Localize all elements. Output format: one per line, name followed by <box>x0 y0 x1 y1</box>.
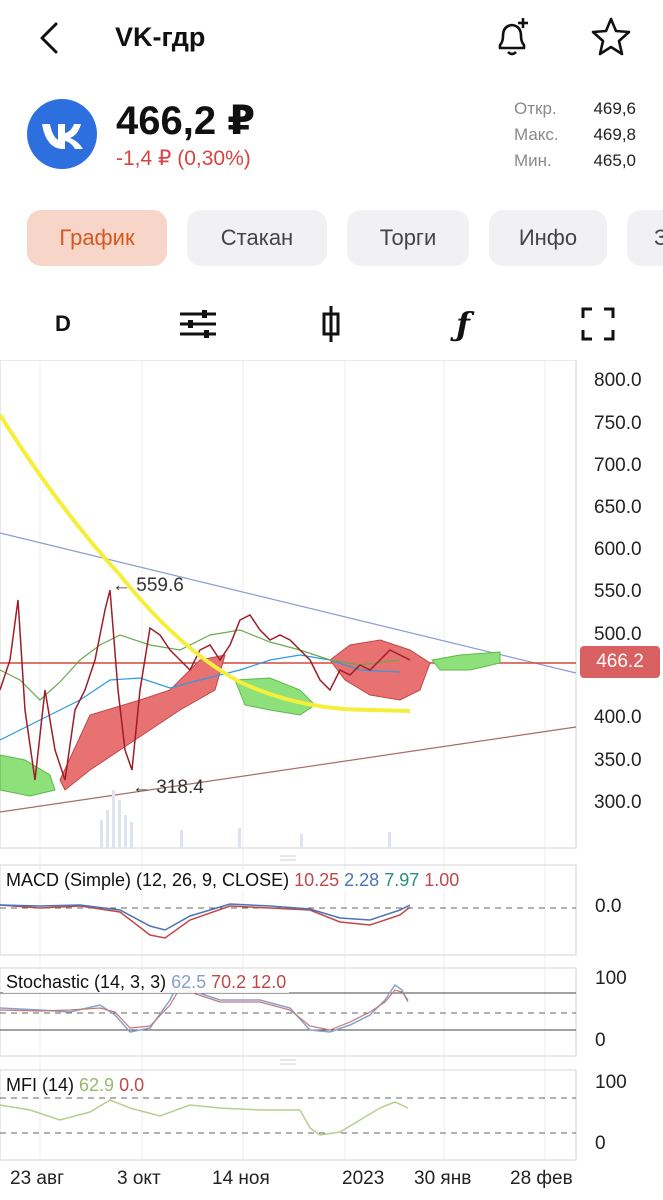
y-tick: 300.0 <box>594 792 642 813</box>
mfi-bottom-label: 0 <box>595 1133 606 1154</box>
y-tick: 350.0 <box>594 750 642 771</box>
vk-logo <box>27 99 97 169</box>
stochastic-legend: Stochastic (14, 3, 3) 62.5 70.2 12.0 <box>3 972 290 993</box>
y-tick: 500.0 <box>594 624 642 645</box>
y-tick: 400.0 <box>594 707 642 728</box>
sliders-icon <box>180 310 216 338</box>
tab-chart[interactable]: График <box>27 210 167 266</box>
x-tick: 14 ноя <box>212 1168 270 1189</box>
macd-zero-label: 0.0 <box>595 896 622 917</box>
vk-logo-icon <box>42 124 83 149</box>
fullscreen-button[interactable] <box>570 296 626 352</box>
x-tick: 23 авг <box>10 1168 65 1189</box>
y-tick: 700.0 <box>594 455 642 476</box>
favorite-star-icon[interactable] <box>588 14 634 60</box>
chart-canvas <box>0 360 577 1161</box>
tab-bar: График Стакан Торги Инфо З <box>0 210 663 266</box>
tab-info[interactable]: Инфо <box>489 210 607 266</box>
mfi-top-label: 100 <box>595 1072 627 1093</box>
y-tick: 550.0 <box>594 581 642 602</box>
chart-type-button[interactable] <box>303 296 359 352</box>
price-chart[interactable]: 800.0 750.0 700.0 650.0 600.0 550.0 500.… <box>0 360 663 1200</box>
current-price-tag: 466.2 <box>580 646 660 678</box>
header: VK-гдр <box>0 0 663 80</box>
macd-legend: MACD (Simple) (12, 26, 9, CLOSE) 10.25 2… <box>3 870 463 891</box>
stat-low: Мин. 465,0 <box>514 151 636 170</box>
interval-button[interactable]: D <box>35 296 91 352</box>
stat-high: Макс. 469,8 <box>514 125 636 144</box>
stochastic-top-label: 100 <box>595 968 627 989</box>
y-tick: 600.0 <box>594 539 642 560</box>
chart-toolbar: D ƒ <box>0 296 663 352</box>
page-title: VK-гдр <box>115 22 206 52</box>
stochastic-bottom-label: 0 <box>595 1030 606 1051</box>
y-tick: 650.0 <box>594 497 642 518</box>
price-change: -1,4 ₽ (0,30%) <box>116 147 251 170</box>
current-price: 466,2 ₽ <box>116 99 256 143</box>
add-alert-bell-icon[interactable] <box>490 14 536 60</box>
stat-open: Откр. 469,6 <box>514 99 636 118</box>
tab-trades[interactable]: Торги <box>347 210 469 266</box>
x-tick: 30 янв <box>414 1168 472 1189</box>
x-tick: 2023 <box>342 1168 385 1189</box>
tab-order-book[interactable]: Стакан <box>187 210 327 266</box>
functions-button[interactable]: ƒ <box>435 296 491 352</box>
low-annotation: ← 318.4 <box>132 777 204 798</box>
price-stats: Откр. 469,6 Макс. 469,8 Мин. 465,0 <box>514 96 636 174</box>
back-arrow-icon[interactable] <box>30 18 70 58</box>
x-tick: 28 фев <box>510 1168 573 1189</box>
tab-more[interactable]: З <box>627 210 663 266</box>
high-annotation: ← 559.6 <box>112 575 184 596</box>
indicator-settings-button[interactable] <box>170 296 226 352</box>
y-tick: 750.0 <box>594 413 642 434</box>
mfi-legend: MFI (14) 62.9 0.0 <box>3 1075 148 1096</box>
x-tick: 3 окт <box>117 1168 161 1189</box>
y-tick: 800.0 <box>594 370 642 391</box>
candlestick-icon <box>322 306 340 342</box>
fullscreen-icon <box>581 307 615 341</box>
